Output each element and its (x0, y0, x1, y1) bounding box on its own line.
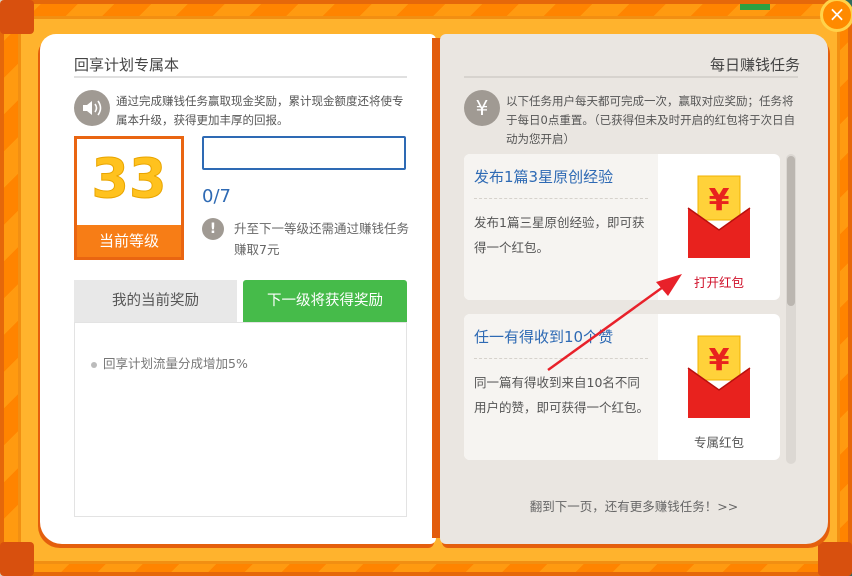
frame-corner-bottom-left (0, 542, 34, 576)
svg-text:¥: ¥ (709, 183, 730, 218)
frame-green-tab (740, 4, 770, 10)
level-badge: 33 当前等级 (74, 136, 184, 260)
progress-count: 0/7 (202, 186, 231, 207)
page-title: 回享计划专属本 (74, 56, 180, 74)
left-page: 回享计划专属本 通过完成赚钱任务赢取现金奖励，累计现金额度还将使专属本升级，获得… (40, 34, 436, 544)
reward-tabs: 我的当前奖励 下一级将获得奖励 (74, 280, 407, 330)
red-envelope-icon[interactable]: ¥ (686, 172, 752, 260)
upgrade-hint: 升至下一等级还需通过赚钱任务赚取7元 (234, 221, 410, 257)
frame-corner-top-left (0, 0, 34, 34)
reward-panel: 回享计划流量分成增加5% (74, 322, 407, 517)
scrollbar-thumb[interactable] (787, 156, 795, 306)
title-divider (464, 76, 798, 78)
book-frame: × 回享计划专属本 通过完成赚钱任务赢取现金奖励，累计现金额度还将使专属本升级，… (0, 0, 852, 576)
info-icon: ! (202, 218, 224, 240)
next-page-link[interactable]: 翻到下一页，还有更多赚钱任务！>> (440, 496, 828, 515)
exclusive-envelope-label: 专属红包 (693, 435, 744, 450)
task-description: 发布1篇三星原创经验，即可获得一个红包。 (474, 215, 645, 255)
tab-next-level-rewards[interactable]: 下一级将获得奖励 (243, 280, 407, 330)
tab-current-rewards[interactable]: 我的当前奖励 (74, 280, 237, 322)
speaker-icon (74, 90, 110, 126)
list-item: 回享计划流量分成增加5% (91, 353, 248, 372)
level-number: 33 (91, 147, 167, 211)
bullet-dot (91, 361, 97, 368)
task-text-area: 任一有得收到10个赞 同一篇有得收到来自10名不同用户的赞，即可获得一个红包。 (464, 314, 658, 460)
frame-corner-bottom-right (818, 542, 852, 576)
task-description: 同一篇有得收到来自10名不同用户的赞，即可获得一个红包。 (474, 375, 650, 415)
task-list-scrollbar[interactable] (786, 154, 796, 464)
plan-description: 通过完成赚钱任务赢取现金奖励，累计现金额度还将使专属本升级，获得更加丰厚的回报。 (116, 94, 404, 127)
reward-text: 回享计划流量分成增加5% (103, 356, 248, 371)
level-progress-bar (202, 136, 406, 170)
close-button[interactable]: × (820, 0, 852, 32)
page-title: 每日赚钱任务 (709, 56, 800, 74)
task-list: 发布1篇3星原创经验 发布1篇三星原创经验，即可获得一个红包。 ¥ 打开红包 任… (464, 154, 782, 464)
task-title[interactable]: 任一有得收到10个赞 (474, 326, 613, 347)
tasks-description: 以下任务用户每天都可完成一次，赢取对应奖励；任务将于每日0点重置。（已获得但未及… (506, 94, 796, 146)
red-envelope-icon: ¥ (687, 335, 751, 418)
task-card: 任一有得收到10个赞 同一篇有得收到来自10名不同用户的赞，即可获得一个红包。 … (464, 314, 780, 460)
task-card: 发布1篇3星原创经验 发布1篇三星原创经验，即可获得一个红包。 ¥ 打开红包 (464, 154, 780, 300)
yen-icon: ¥ (464, 90, 500, 126)
task-text-area: 发布1篇3星原创经验 发布1篇三星原创经验，即可获得一个红包。 (464, 154, 658, 300)
level-label: 当前等级 (77, 225, 181, 257)
right-page: 每日赚钱任务 ¥ 以下任务用户每天都可完成一次，赢取对应奖励；任务将于每日0点重… (440, 34, 828, 544)
open-envelope-link[interactable]: 打开红包 (658, 272, 780, 291)
task-divider (474, 358, 648, 359)
title-divider (74, 76, 407, 78)
task-divider (474, 198, 648, 199)
task-title[interactable]: 发布1篇3星原创经验 (474, 166, 613, 187)
svg-text:¥: ¥ (709, 343, 730, 378)
